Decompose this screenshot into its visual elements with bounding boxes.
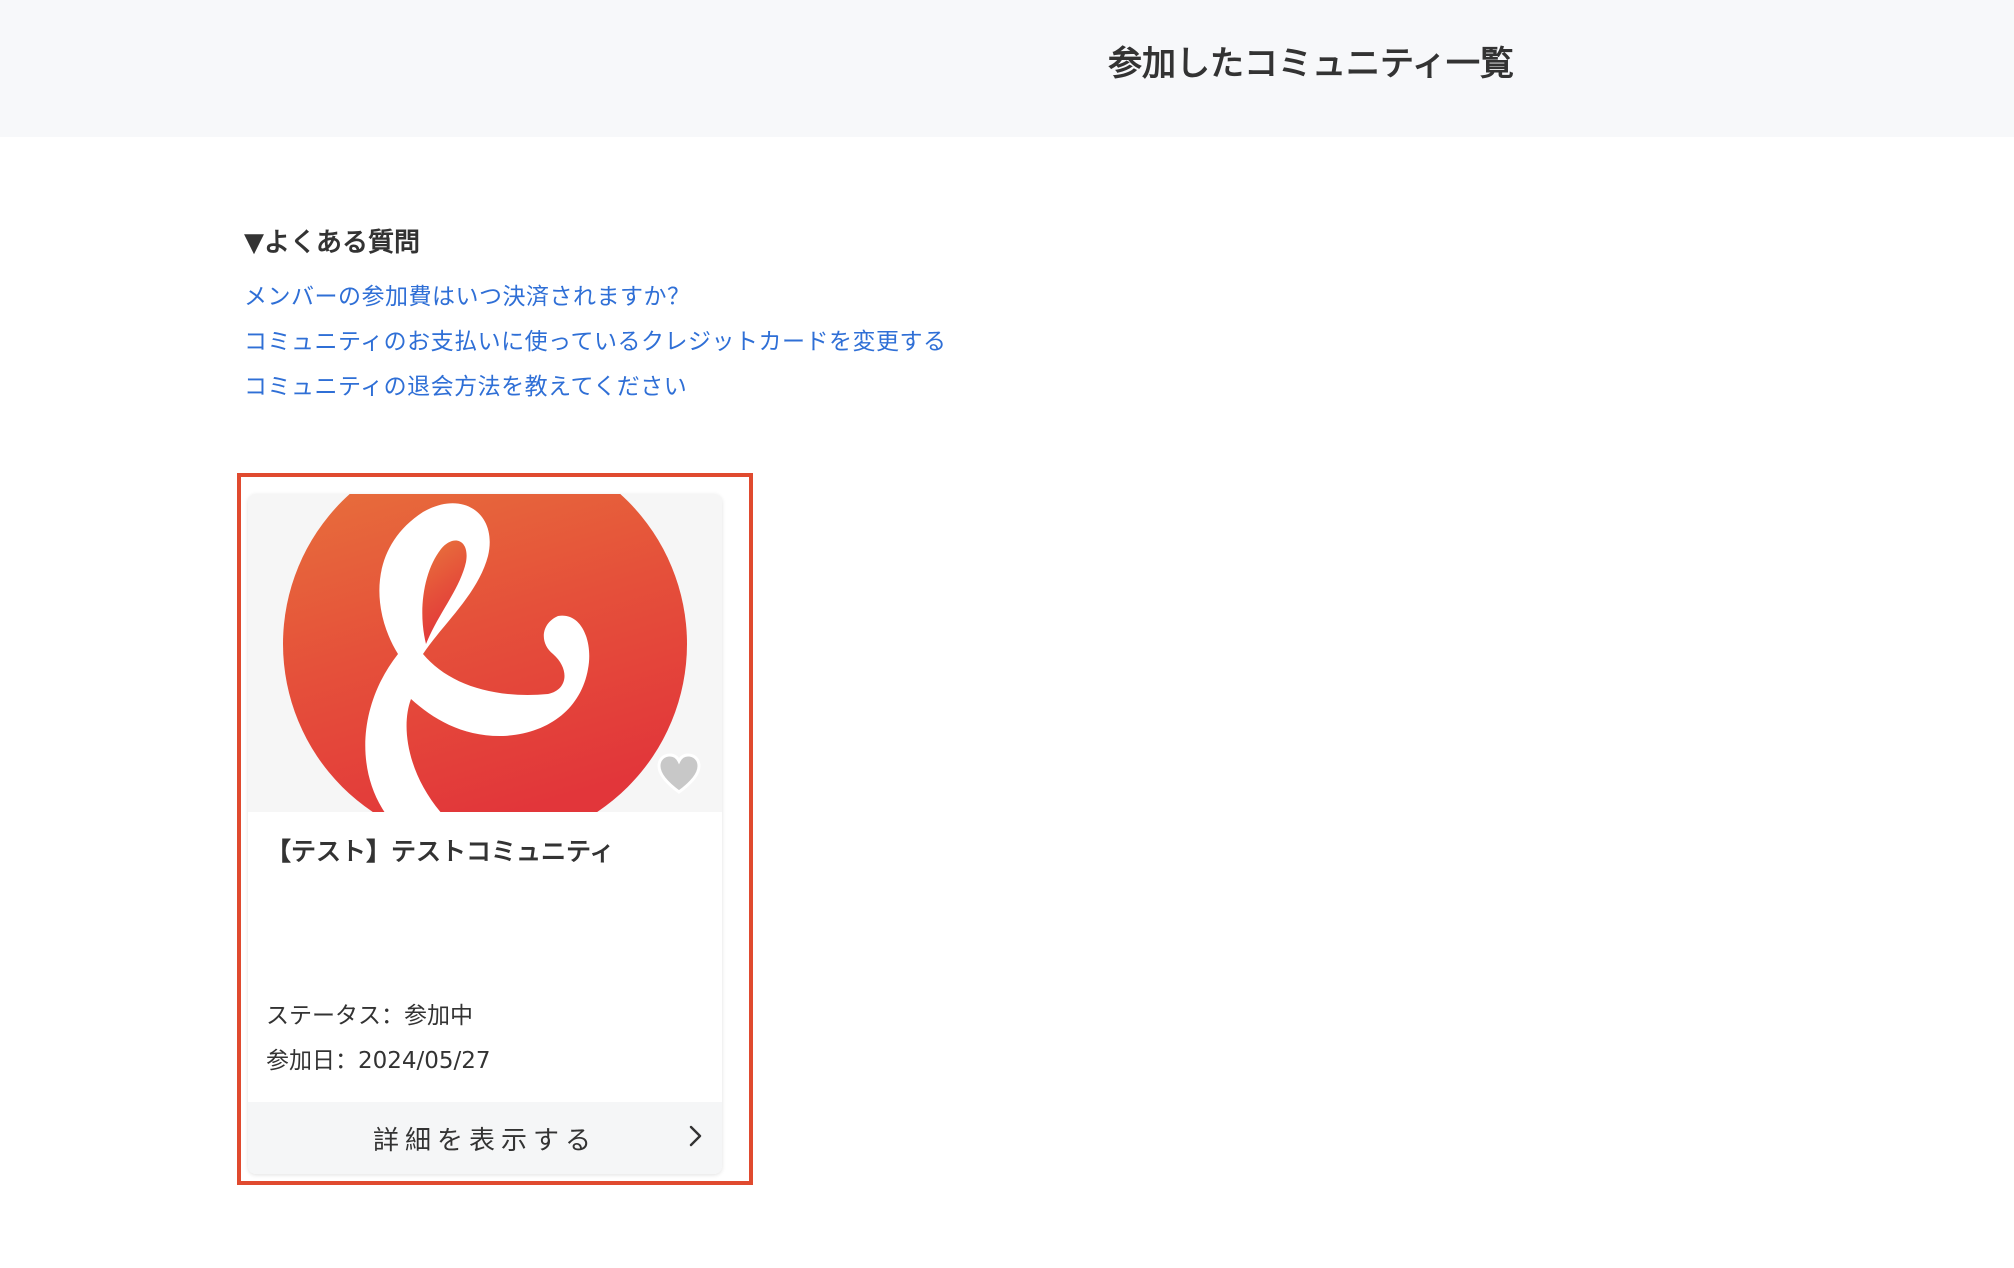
joined-date: 参加日：2024/05/27 [266,1048,491,1074]
faq-list: メンバーの参加費はいつ決済されますか？ コミュニティのお支払いに使っているクレジ… [244,280,946,415]
membership-status: ステータス：参加中 [266,1003,473,1029]
favorite-button[interactable] [656,752,702,798]
community-title: 【テスト】テストコミュニティ [266,837,615,866]
faq-item: コミュニティのお支払いに使っているクレジットカードを変更する [244,325,946,370]
community-card[interactable]: 【テスト】テストコミュニティ ステータス：参加中 参加日：2024/05/27 … [248,494,722,1174]
view-details-button[interactable]: 詳細を表示する [248,1102,722,1174]
faq-item: メンバーの参加費はいつ決済されますか？ [244,280,946,325]
chevron-right-icon [689,1125,702,1147]
faq-heading: ▼よくある質問 [244,228,420,258]
page-header: 参加したコミュニティ一覧 [0,0,2014,137]
faq-item: コミュニティの退会方法を教えてください [244,370,946,415]
faq-link-leave-community[interactable]: コミュニティの退会方法を教えてください [244,374,687,400]
faq-link-payment-timing[interactable]: メンバーの参加費はいつ決済されますか？ [244,284,691,310]
ampersand-logo-icon [248,494,722,812]
community-meta: ステータス：参加中 参加日：2024/05/27 [266,994,491,1084]
faq-link-change-credit-card[interactable]: コミュニティのお支払いに使っているクレジットカードを変更する [244,329,946,355]
heart-icon [657,753,701,794]
view-details-label: 詳細を表示する [372,1126,597,1156]
page-title: 参加したコミュニティ一覧 [1108,44,1514,84]
community-thumbnail[interactable] [248,494,722,812]
